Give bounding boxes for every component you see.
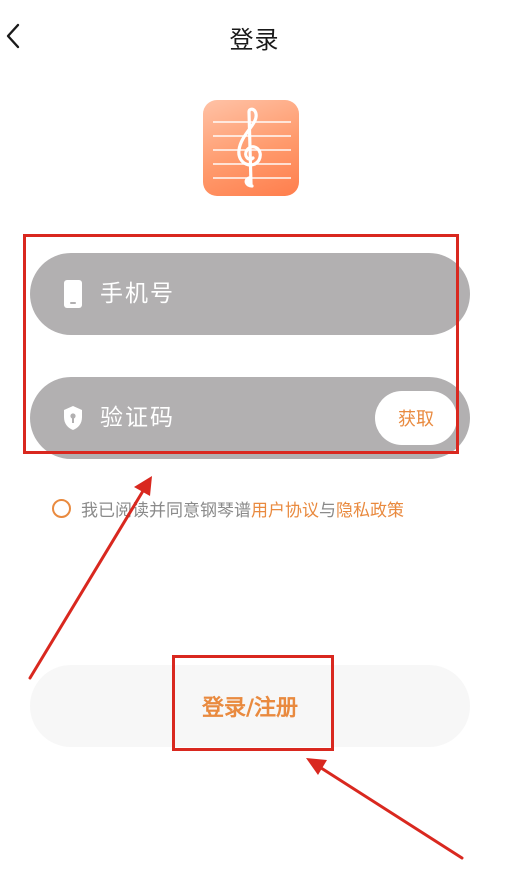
login-register-button[interactable]: 登录/注册 <box>30 665 470 747</box>
agreement-prefix: 我已阅读并同意钢琴谱 <box>81 500 251 521</box>
app-logo <box>203 100 299 196</box>
privacy-policy-link[interactable]: 隐私政策 <box>336 501 404 521</box>
phone-input[interactable] <box>100 275 370 313</box>
treble-clef-icon <box>213 107 291 188</box>
agreement-checkbox[interactable] <box>52 498 71 518</box>
get-code-button[interactable]: 获取 <box>375 391 457 445</box>
agreement-text: 我已阅读并同意钢琴谱用户协议与隐私政策 <box>81 496 404 521</box>
agreement-row: 我已阅读并同意钢琴谱用户协议与隐私政策 <box>52 496 404 521</box>
page-title: 登录 <box>229 26 280 54</box>
verification-code-input[interactable] <box>100 399 370 437</box>
annotation-arrow-login <box>306 758 464 860</box>
user-agreement-link[interactable]: 用户协议 <box>251 501 319 521</box>
login-page: 登录 获取 <box>0 0 509 892</box>
verification-code-field[interactable]: 获取 <box>30 377 470 459</box>
agreement-joiner: 与 <box>319 500 336 521</box>
phone-icon <box>64 280 82 308</box>
shield-lock-icon <box>64 406 82 430</box>
phone-field[interactable] <box>30 253 470 335</box>
